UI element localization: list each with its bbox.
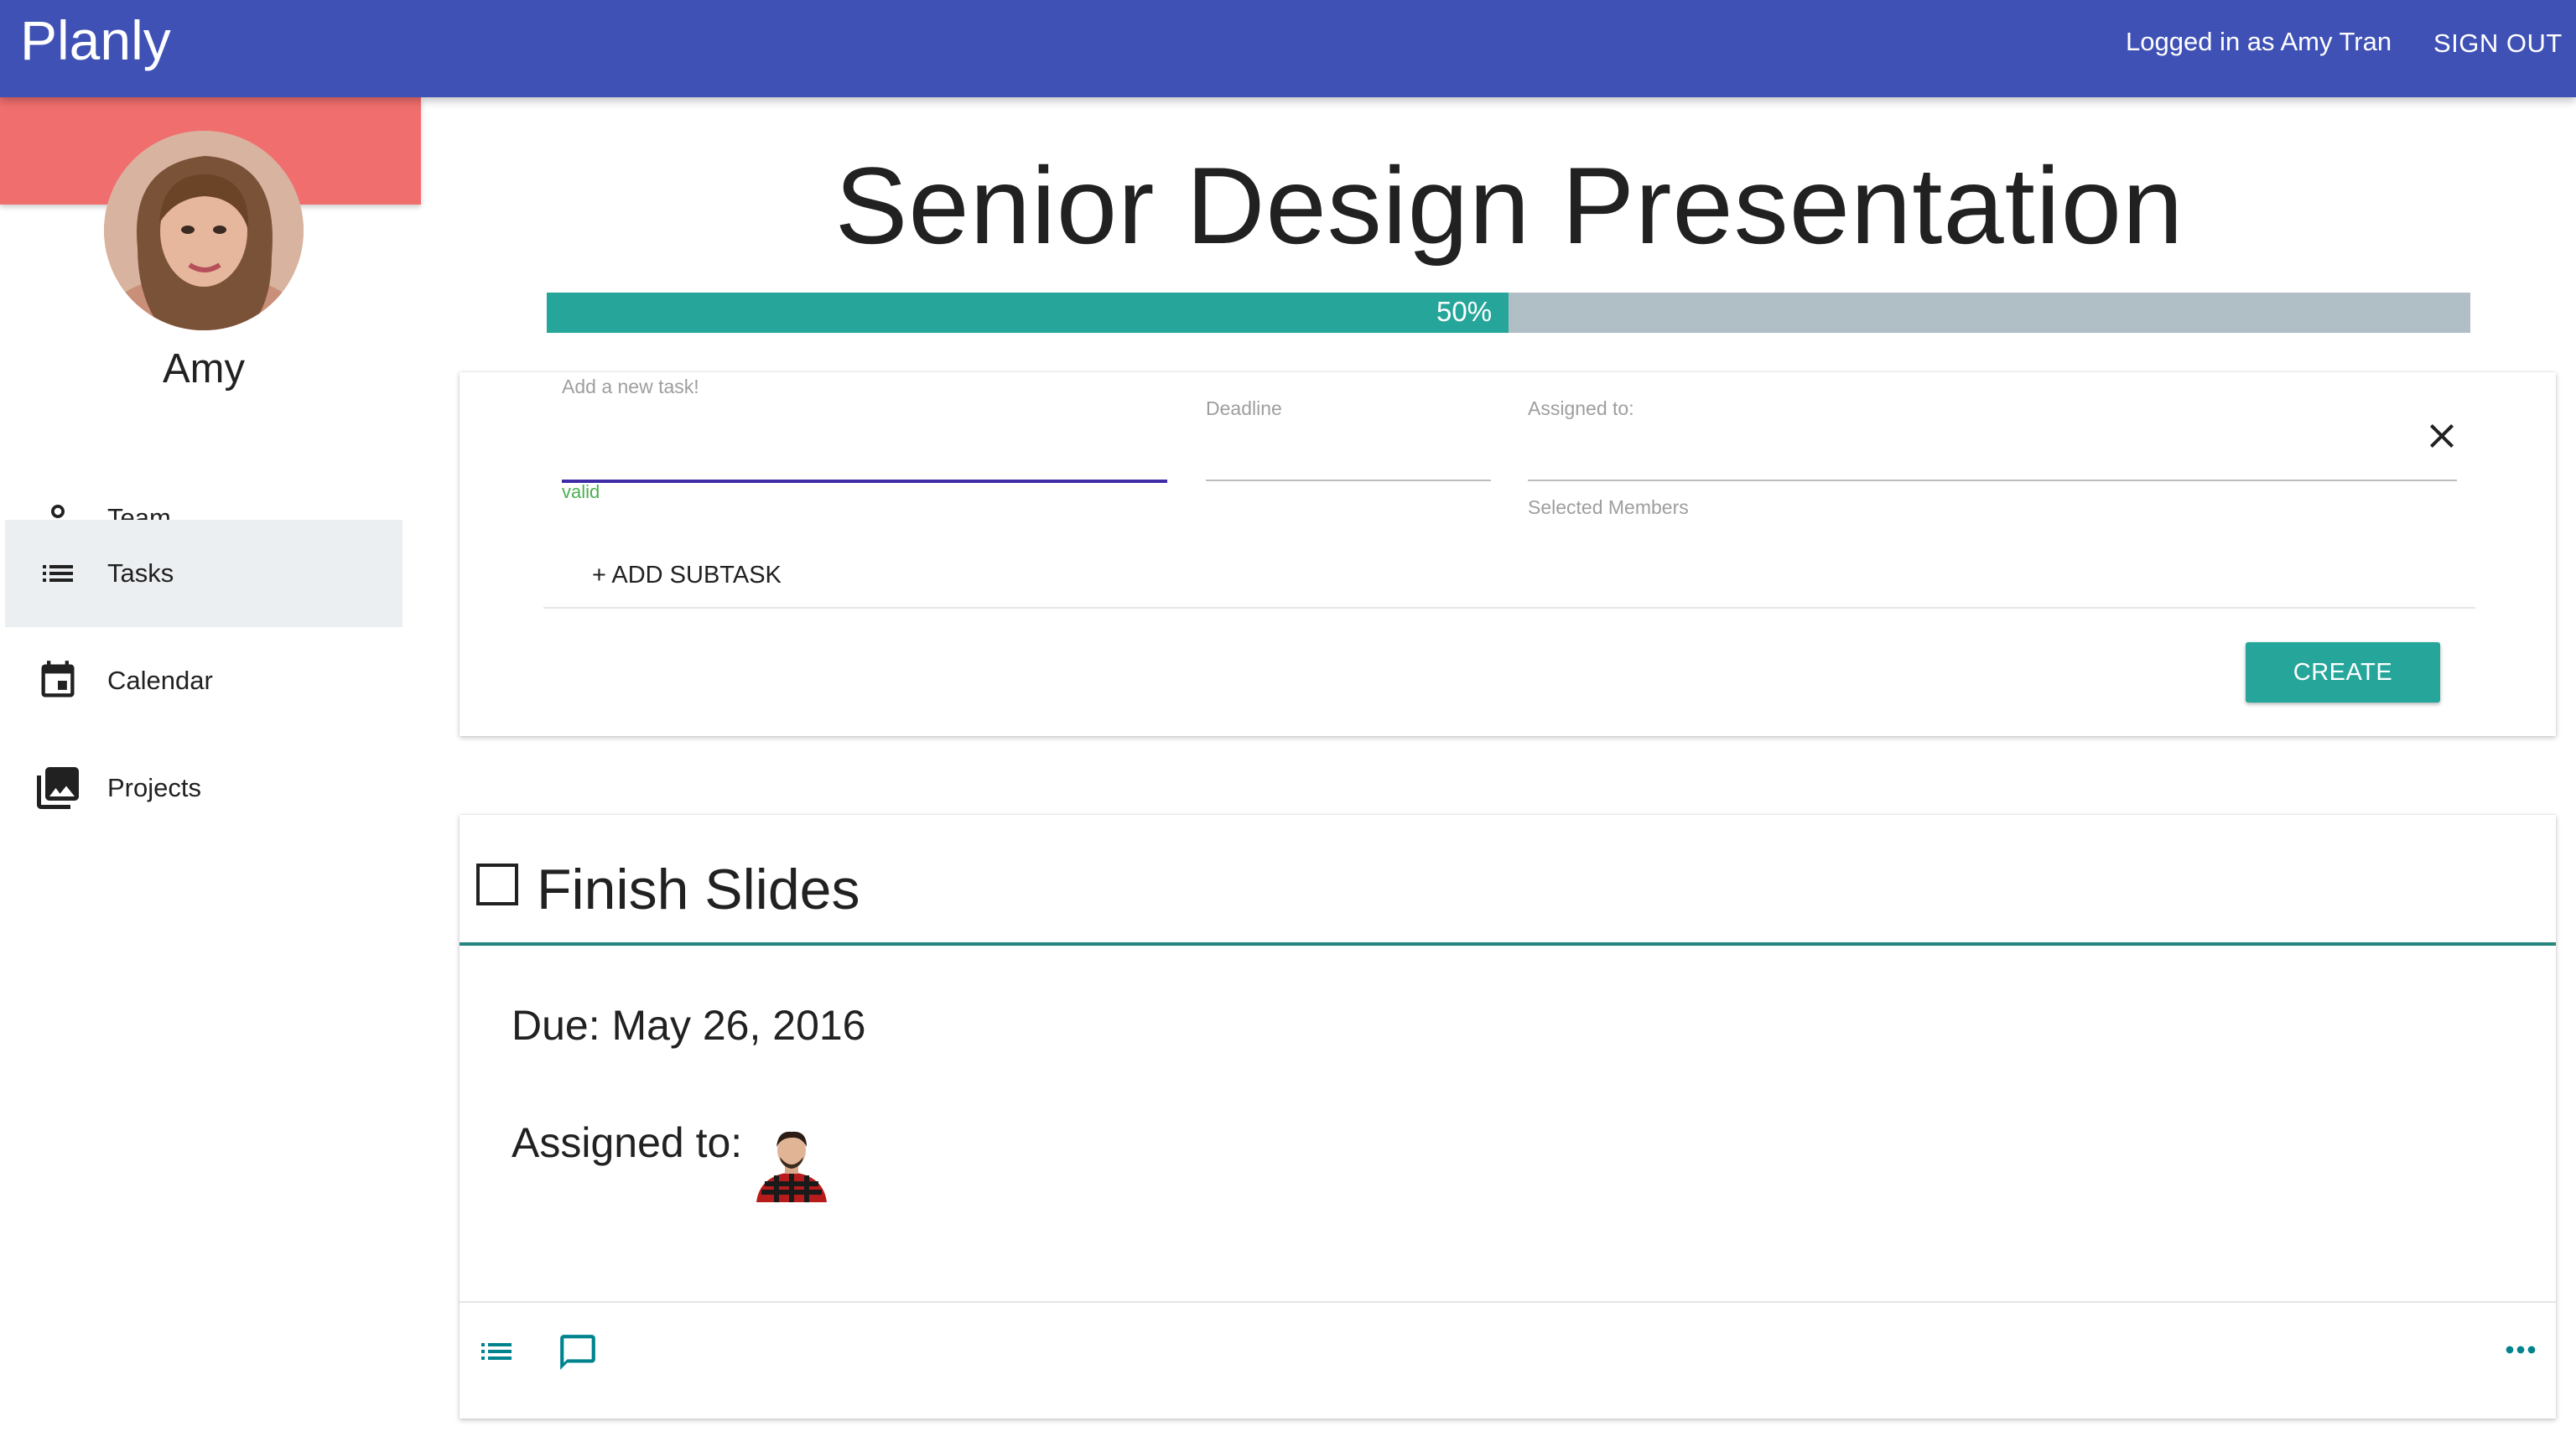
sign-out-button[interactable]: SIGN OUT [2433,29,2563,59]
project-progress-bar: 50% [547,293,2470,333]
task-name-input[interactable] [562,423,1167,473]
task-title: Finish Slides [537,858,860,921]
comment-icon[interactable] [557,1331,599,1377]
sidebar-item-label: Projects [107,773,201,802]
deadline-input[interactable] [1206,431,1491,478]
app-brand[interactable]: Planly [20,8,171,72]
sidebar-item-tasks[interactable]: Tasks [5,520,402,627]
create-button[interactable]: CREATE [2246,642,2440,703]
calendar-icon [30,653,86,708]
app-bar: Planly Logged in as Amy Tran SIGN OUT [0,0,2576,97]
task-name-label: Add a new task! [562,376,699,397]
project-title: Senior Design Presentation [834,144,2184,267]
task-checkbox[interactable] [476,864,518,905]
deadline-underline [1206,480,1491,481]
deadline-label: Deadline [1206,397,1282,419]
more-horizontal-icon[interactable] [2499,1328,2542,1376]
sidebar-item-label: Tasks [107,558,174,588]
progress-fill [547,293,1509,333]
logged-in-text: Logged in as Amy Tran [2126,27,2392,56]
list-icon [30,546,86,601]
user-avatar[interactable] [104,131,304,330]
task-card: Finish Slides Due: May 26, 2016 Assigned… [460,815,2556,1419]
assignee-avatar[interactable] [753,1125,830,1202]
sidebar-item-calendar[interactable]: Calendar [5,627,402,734]
form-divider [543,607,2475,609]
sidebar: Amy Team Tasks Calendar Projects [0,97,421,1442]
photo-library-icon [30,760,86,816]
subtasks-list-icon[interactable] [476,1331,517,1376]
add-subtask-button[interactable]: + ADD SUBTASK [592,562,782,589]
task-footer-divider [460,1301,2556,1303]
assigned-to-underline [1528,480,2457,481]
selected-members-label: Selected Members [1528,496,1689,518]
task-due-date: Due: May 26, 2016 [512,1002,866,1049]
assigned-to-label: Assigned to: [1528,397,1634,419]
task-assigned-label: Assigned to: [512,1119,743,1166]
task-name-underline [562,480,1167,483]
sidebar-item-projects[interactable]: Projects [5,734,402,842]
progress-label: 50% [1436,296,1493,327]
sidebar-item-label: Calendar [107,666,213,695]
user-name: Amy [163,346,245,392]
assigned-to-input[interactable] [1528,431,2400,478]
task-header: Finish Slides [460,815,2556,946]
close-icon[interactable] [2422,416,2462,456]
new-task-card: Add a new task! valid Deadline Assigned … [460,372,2556,736]
task-valid-hint: valid [562,481,600,502]
